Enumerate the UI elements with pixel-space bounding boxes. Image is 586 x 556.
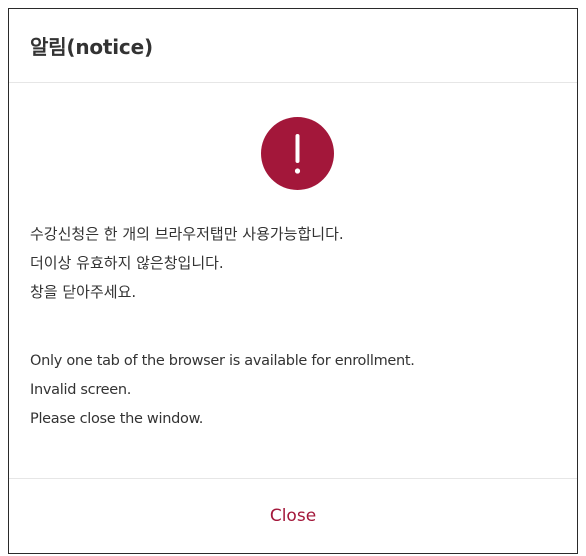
dialog-body: 수강신청은 한 개의 브라우저탭만 사용가능합니다. 더이상 유효하지 않은창입… bbox=[9, 83, 577, 479]
message-ko-line: 더이상 유효하지 않은창입니다. bbox=[30, 254, 224, 272]
dialog-title: 알림(notice) bbox=[30, 35, 153, 59]
message-en-line: Invalid screen. bbox=[30, 382, 132, 398]
message-ko-line: 수강신청은 한 개의 브라우저탭만 사용가능합니다. bbox=[30, 225, 344, 243]
message-en-line: Only one tab of the browser is available… bbox=[30, 353, 415, 369]
dialog-footer: Close bbox=[9, 479, 577, 553]
message-korean: 수강신청은 한 개의 브라우저탭만 사용가능합니다. 더이상 유효하지 않은창입… bbox=[30, 220, 561, 307]
dialog-header: 알림(notice) bbox=[9, 9, 577, 83]
message-english: Only one tab of the browser is available… bbox=[30, 347, 561, 434]
close-button[interactable]: Close bbox=[250, 500, 336, 532]
notice-dialog: 알림(notice) 수강신청은 한 개의 브라우저탭만 사용가능합니다. 더이… bbox=[8, 8, 578, 554]
message-en-line: Please close the window. bbox=[30, 411, 204, 427]
exclamation-icon bbox=[261, 117, 334, 190]
message-ko-line: 창을 닫아주세요. bbox=[30, 283, 137, 301]
